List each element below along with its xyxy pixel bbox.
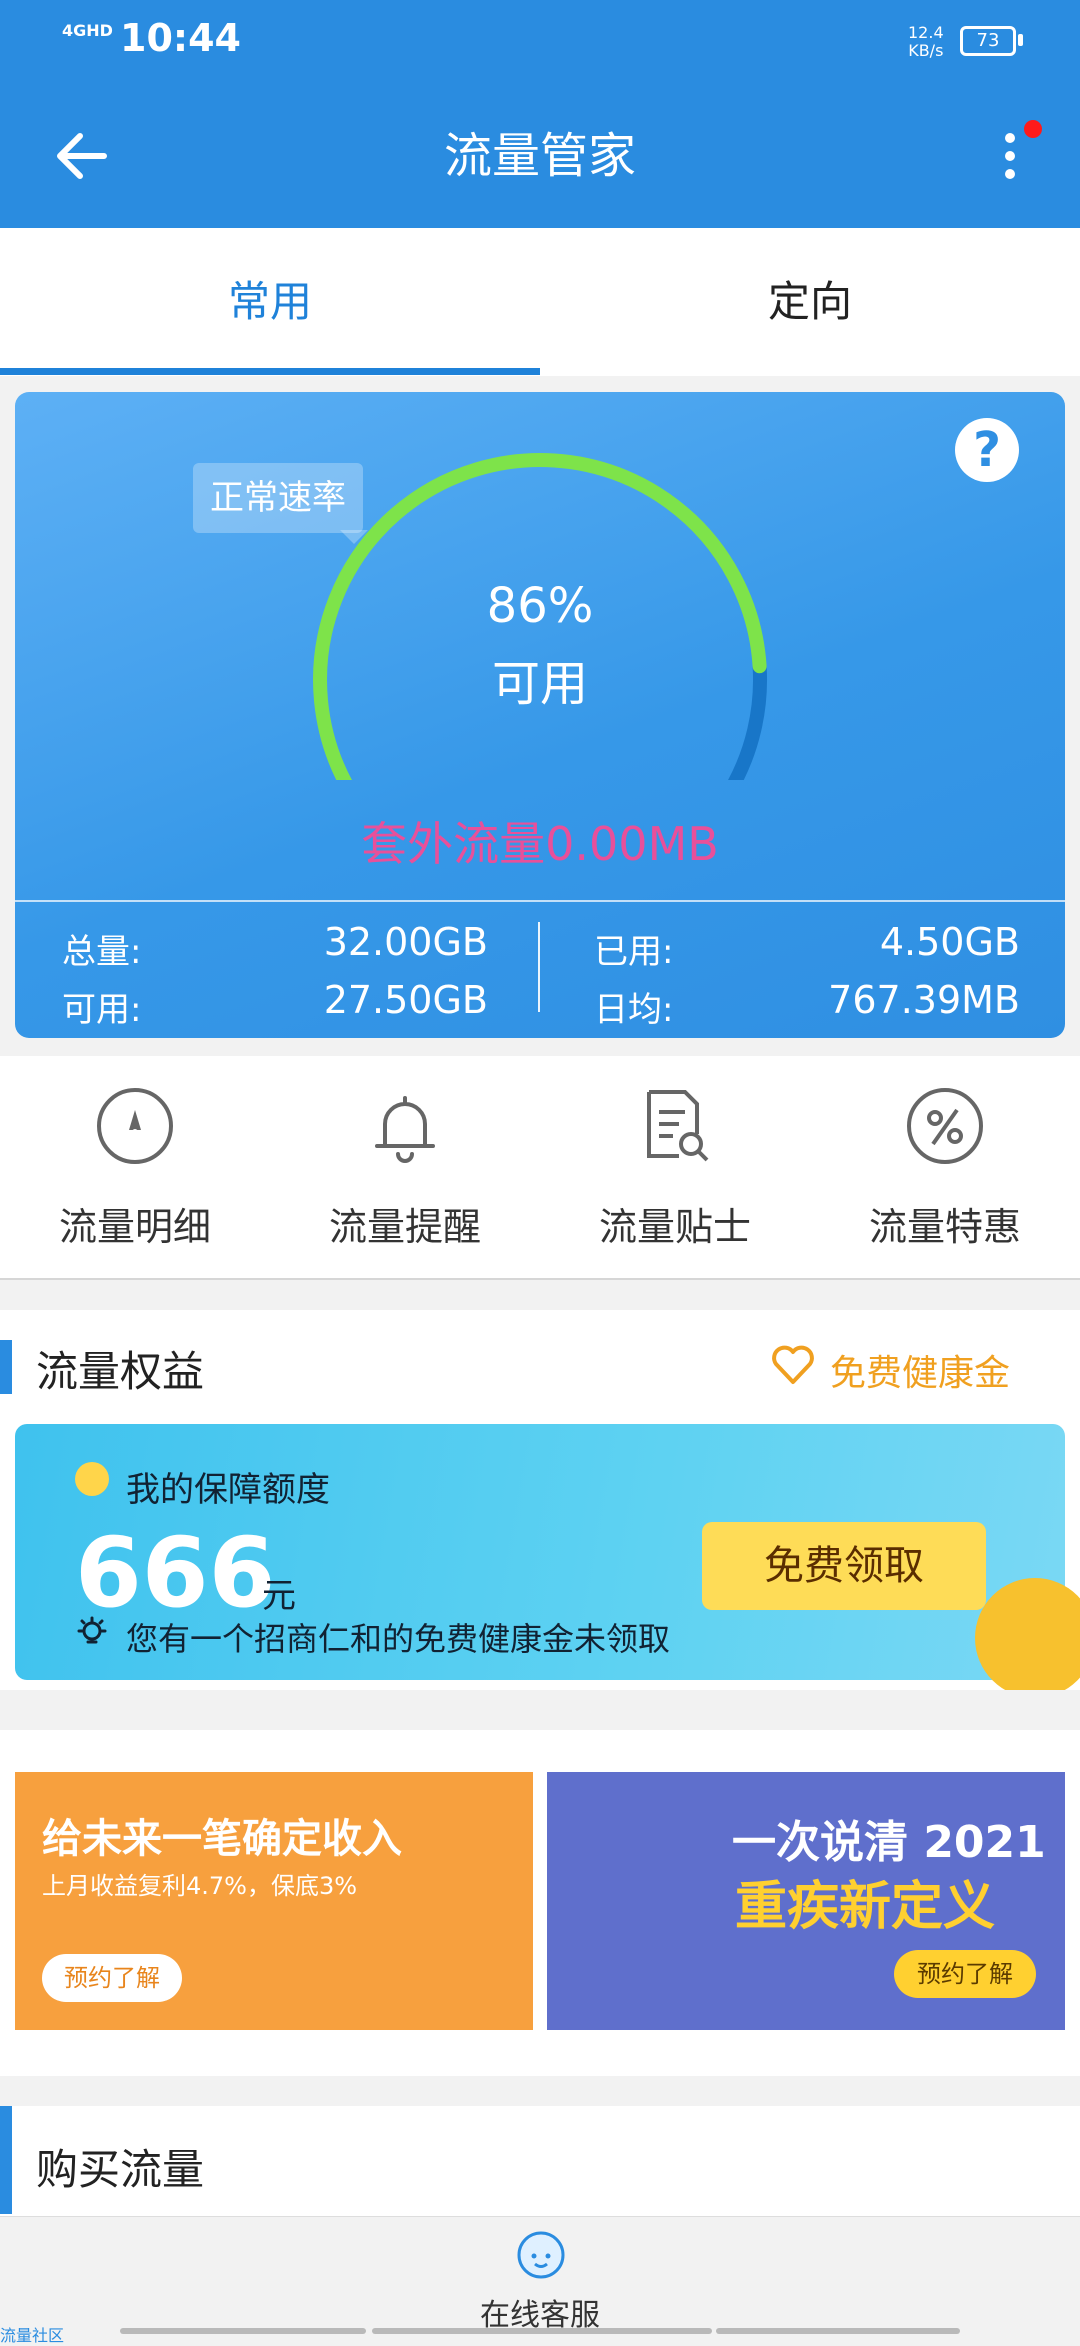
coin-icon [75, 1462, 109, 1496]
coverage-unit: 元 [262, 1576, 296, 1616]
heart-icon[interactable] [770, 1342, 816, 1388]
used-value: 4.50GB [879, 920, 1020, 964]
community-link[interactable]: 流量社区 [0, 2322, 64, 2346]
used-label: 已用: [594, 932, 674, 972]
illness-banner-title: 一次说清 2021 [732, 1817, 1046, 1868]
coverage-title: 我的保障额度 [126, 1470, 330, 1510]
status-time: 10:44 [120, 16, 241, 60]
help-icon[interactable]: ? [955, 418, 1019, 482]
active-tab-indicator [0, 368, 540, 375]
lightbulb-icon [77, 1616, 107, 1644]
menu-item-label: 流量明细 [58, 1205, 211, 1249]
menu-item-label: 流量提醒 [328, 1205, 481, 1249]
section-gap [0, 2076, 1080, 2106]
speed-unit: KB/s [908, 41, 944, 60]
page-title: 流量管家 [443, 128, 636, 184]
section-accent-bar [0, 1340, 12, 1394]
tab-bar: 常用 定向 [0, 228, 1080, 376]
free-health-fund-link[interactable]: 免费健康金 [830, 1344, 1010, 1396]
card-divider [15, 900, 1065, 902]
income-banner-subtitle: 上月收益复利4.7%，保底3% [42, 1872, 358, 1900]
customer-service-icon[interactable] [514, 2228, 568, 2282]
menu-item-label: 流量特惠 [868, 1205, 1021, 1249]
nav-indicator [716, 2328, 960, 2334]
daily-label: 日均: [594, 990, 674, 1030]
menu-item-label: 流量贴士 [598, 1205, 751, 1249]
network-speed: 12.4 KB/s [908, 24, 944, 60]
status-bar: 4GHD 10:44 12.4 KB/s 73 [0, 0, 1080, 80]
nav-indicator [372, 2328, 712, 2334]
buy-data-title: 购买流量 [36, 2145, 205, 2194]
menu-item-usage-tips[interactable]: 流量贴士 [540, 1056, 810, 1278]
illness-banner-button[interactable]: 预约了解 [894, 1950, 1036, 1998]
section-gap [0, 1690, 1080, 1730]
benefits-title: 流量权益 [36, 1347, 205, 1396]
battery-level: 73 [976, 30, 1000, 51]
nav-indicator [120, 2328, 366, 2334]
income-banner-button[interactable]: 预约了解 [42, 1954, 182, 2002]
notification-dot [1024, 120, 1042, 138]
avail-label: 可用: [62, 990, 142, 1030]
coverage-tip: 您有一个招商仁和的免费健康金未领取 [126, 1620, 671, 1658]
total-label: 总量: [62, 932, 142, 972]
stats-divider [538, 922, 540, 1012]
network-indicator: 4GHD [62, 21, 113, 40]
section-divider [0, 1278, 1080, 1280]
menu-item-usage-detail[interactable]: 流量明细 [0, 1056, 270, 1278]
tab-common[interactable]: 常用 [0, 228, 540, 376]
speed-value: 12.4 [908, 23, 944, 42]
claim-button[interactable]: 免费领取 [702, 1522, 986, 1610]
daily-value: 767.39MB [828, 978, 1020, 1022]
overflow-usage: 套外流量0.00MB [361, 817, 719, 871]
section-accent-bar [0, 2106, 12, 2214]
illness-banner-subtitle: 重疾新定义 [735, 1877, 996, 1937]
avail-value: 27.50GB [323, 978, 488, 1022]
available-label: 可用 [491, 656, 588, 712]
menu-item-usage-offers[interactable]: 流量特惠 [810, 1056, 1080, 1278]
bell-icon [375, 1096, 435, 1163]
gauge-track [727, 659, 768, 780]
available-percent: 86% [486, 578, 594, 634]
menu-item-usage-alert[interactable]: 流量提醒 [270, 1056, 540, 1278]
document-search-icon [647, 1090, 709, 1162]
tab-directed[interactable]: 定向 [540, 228, 1080, 376]
total-value: 32.00GB [323, 920, 488, 964]
compass-icon [97, 1088, 173, 1164]
percent-icon [907, 1088, 983, 1164]
battery-tip [1018, 34, 1023, 46]
coverage-amount: 666 [75, 1517, 276, 1629]
income-banner-title: 给未来一笔确定收入 [42, 1816, 402, 1862]
